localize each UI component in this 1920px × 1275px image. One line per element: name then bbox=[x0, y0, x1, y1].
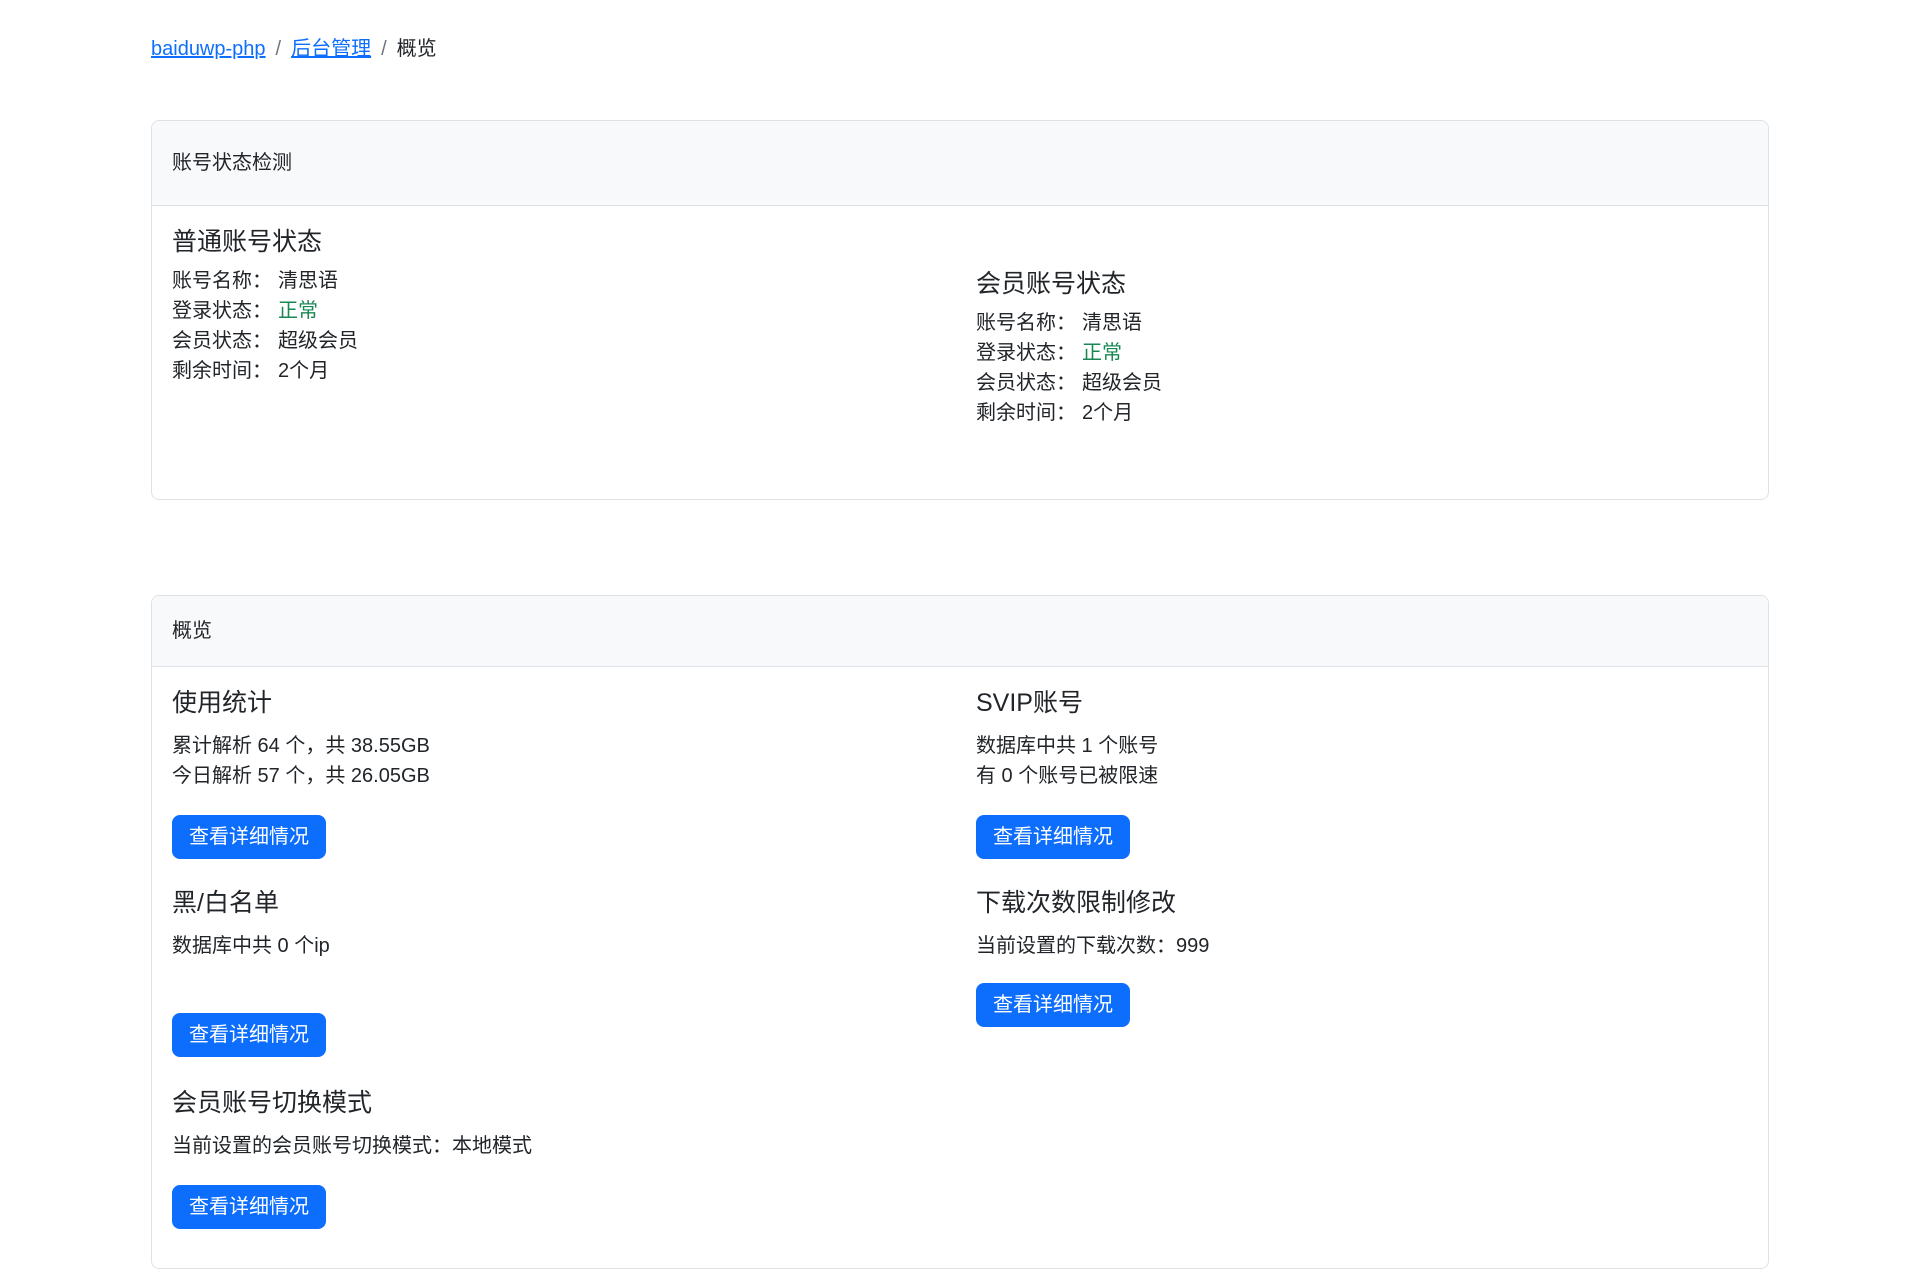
overview-card-header: 概览 bbox=[152, 596, 1768, 667]
status-label: 登录状态： bbox=[976, 342, 1076, 364]
status-value-success: 正常 bbox=[278, 300, 318, 322]
blacklist-heading: 黑/白名单 bbox=[172, 887, 960, 919]
download-limit-heading: 下载次数限制修改 bbox=[976, 887, 1748, 919]
overview-row-1: 使用统计 累计解析 64 个，共 38.55GB 今日解析 57 个，共 26.… bbox=[172, 687, 1748, 859]
account-status-card-header: 账号状态检测 bbox=[152, 121, 1768, 206]
status-label: 登录状态： bbox=[172, 300, 272, 322]
empty-column bbox=[960, 1077, 1748, 1229]
breadcrumb: baiduwp-php / 后台管理 / 概览 bbox=[151, 34, 1769, 64]
status-value: 2个月 bbox=[1082, 402, 1133, 424]
breadcrumb-separator: / bbox=[276, 34, 282, 64]
normal-account-section: 普通账号状态 账号名称： 清思语 登录状态： 正常 会员状态： 超级会员 剩余时间： 2… bbox=[172, 226, 960, 428]
svip-limited-line: 有 0 个账号已被限速 bbox=[976, 761, 1748, 791]
status-label: 账号名称： bbox=[976, 312, 1076, 334]
usage-total-line: 累计解析 64 个，共 38.55GB bbox=[172, 731, 960, 761]
svip-count-line: 数据库中共 1 个账号 bbox=[976, 731, 1748, 761]
status-label: 账号名称： bbox=[172, 270, 272, 292]
status-row-vip-status: 会员状态： 超级会员 bbox=[172, 326, 960, 356]
status-label: 剩余时间： bbox=[976, 402, 1076, 424]
overview-row-3: 会员账号切换模式 当前设置的会员账号切换模式：本地模式 查看详细情况 bbox=[172, 1077, 1748, 1229]
switch-mode-line: 当前设置的会员账号切换模式：本地模式 bbox=[172, 1131, 960, 1161]
overview-card: 概览 使用统计 累计解析 64 个，共 38.55GB 今日解析 57 个，共 … bbox=[151, 595, 1769, 1269]
breadcrumb-link-baiduwp-php[interactable]: baiduwp-php bbox=[151, 34, 266, 64]
section-switch-mode: 会员账号切换模式 当前设置的会员账号切换模式：本地模式 查看详细情况 bbox=[172, 1077, 960, 1229]
overview-card-body: 使用统计 累计解析 64 个，共 38.55GB 今日解析 57 个，共 26.… bbox=[152, 667, 1768, 1268]
download-limit-detail-button[interactable]: 查看详细情况 bbox=[976, 983, 1130, 1027]
status-value: 清思语 bbox=[1082, 312, 1142, 334]
section-download-limit: 下载次数限制修改 当前设置的下载次数：999 查看详细情况 bbox=[960, 887, 1748, 1057]
svip-heading: SVIP账号 bbox=[976, 687, 1748, 719]
usage-heading: 使用统计 bbox=[172, 687, 960, 719]
section-svip: SVIP账号 数据库中共 1 个账号 有 0 个账号已被限速 查看详细情况 bbox=[960, 687, 1748, 859]
status-row-vip-status: 会员状态： 超级会员 bbox=[976, 368, 1748, 398]
blacklist-count-line: 数据库中共 0 个ip bbox=[172, 931, 960, 961]
section-blacklist: 黑/白名单 数据库中共 0 个ip 查看详细情况 bbox=[172, 887, 960, 1057]
status-value-success: 正常 bbox=[1082, 342, 1122, 364]
status-row-remaining-time: 剩余时间： 2个月 bbox=[976, 398, 1748, 428]
status-row-remaining-time: 剩余时间： 2个月 bbox=[172, 356, 960, 386]
status-value: 超级会员 bbox=[278, 330, 358, 352]
status-value: 超级会员 bbox=[1082, 372, 1162, 394]
status-value: 2个月 bbox=[278, 360, 329, 382]
vip-account-heading: 会员账号状态 bbox=[976, 268, 1748, 300]
status-label: 会员状态： bbox=[976, 372, 1076, 394]
usage-detail-button[interactable]: 查看详细情况 bbox=[172, 815, 326, 859]
normal-account-heading: 普通账号状态 bbox=[172, 226, 960, 258]
usage-today-line: 今日解析 57 个，共 26.05GB bbox=[172, 761, 960, 791]
blacklist-detail-button[interactable]: 查看详细情况 bbox=[172, 1013, 326, 1057]
account-status-card-title: 账号状态检测 bbox=[172, 152, 292, 174]
status-label: 剩余时间： bbox=[172, 360, 272, 382]
switch-mode-detail-button[interactable]: 查看详细情况 bbox=[172, 1185, 326, 1229]
status-label: 会员状态： bbox=[172, 330, 272, 352]
breadcrumb-current-page: 概览 bbox=[397, 34, 437, 64]
admin-overview-page: baiduwp-php / 后台管理 / 概览 账号状态检测 普通账号状态 账号… bbox=[151, 34, 1769, 1275]
overview-card-title: 概览 bbox=[172, 620, 212, 642]
status-row-login-status: 登录状态： 正常 bbox=[976, 338, 1748, 368]
overview-row-2: 黑/白名单 数据库中共 0 个ip 查看详细情况 下载次数限制修改 当前设置的下… bbox=[172, 887, 1748, 1057]
breadcrumb-separator: / bbox=[381, 34, 387, 64]
account-status-card: 账号状态检测 普通账号状态 账号名称： 清思语 登录状态： 正常 会员状态： 超级会员… bbox=[151, 120, 1769, 500]
breadcrumb-link-admin[interactable]: 后台管理 bbox=[291, 34, 371, 64]
status-row-account-name: 账号名称： 清思语 bbox=[976, 308, 1748, 338]
account-status-card-body: 普通账号状态 账号名称： 清思语 登录状态： 正常 会员状态： 超级会员 剩余时间： 2… bbox=[152, 206, 1768, 499]
status-row-login-status: 登录状态： 正常 bbox=[172, 296, 960, 326]
section-usage: 使用统计 累计解析 64 个，共 38.55GB 今日解析 57 个，共 26.… bbox=[172, 687, 960, 859]
vip-account-section: 会员账号状态 账号名称： 清思语 登录状态： 正常 会员状态： 超级会员 剩余时间： 2… bbox=[960, 268, 1748, 428]
switch-mode-heading: 会员账号切换模式 bbox=[172, 1087, 960, 1119]
svip-detail-button[interactable]: 查看详细情况 bbox=[976, 815, 1130, 859]
status-value: 清思语 bbox=[278, 270, 338, 292]
download-limit-line: 当前设置的下载次数：999 bbox=[976, 931, 1748, 961]
status-row-account-name: 账号名称： 清思语 bbox=[172, 266, 960, 296]
